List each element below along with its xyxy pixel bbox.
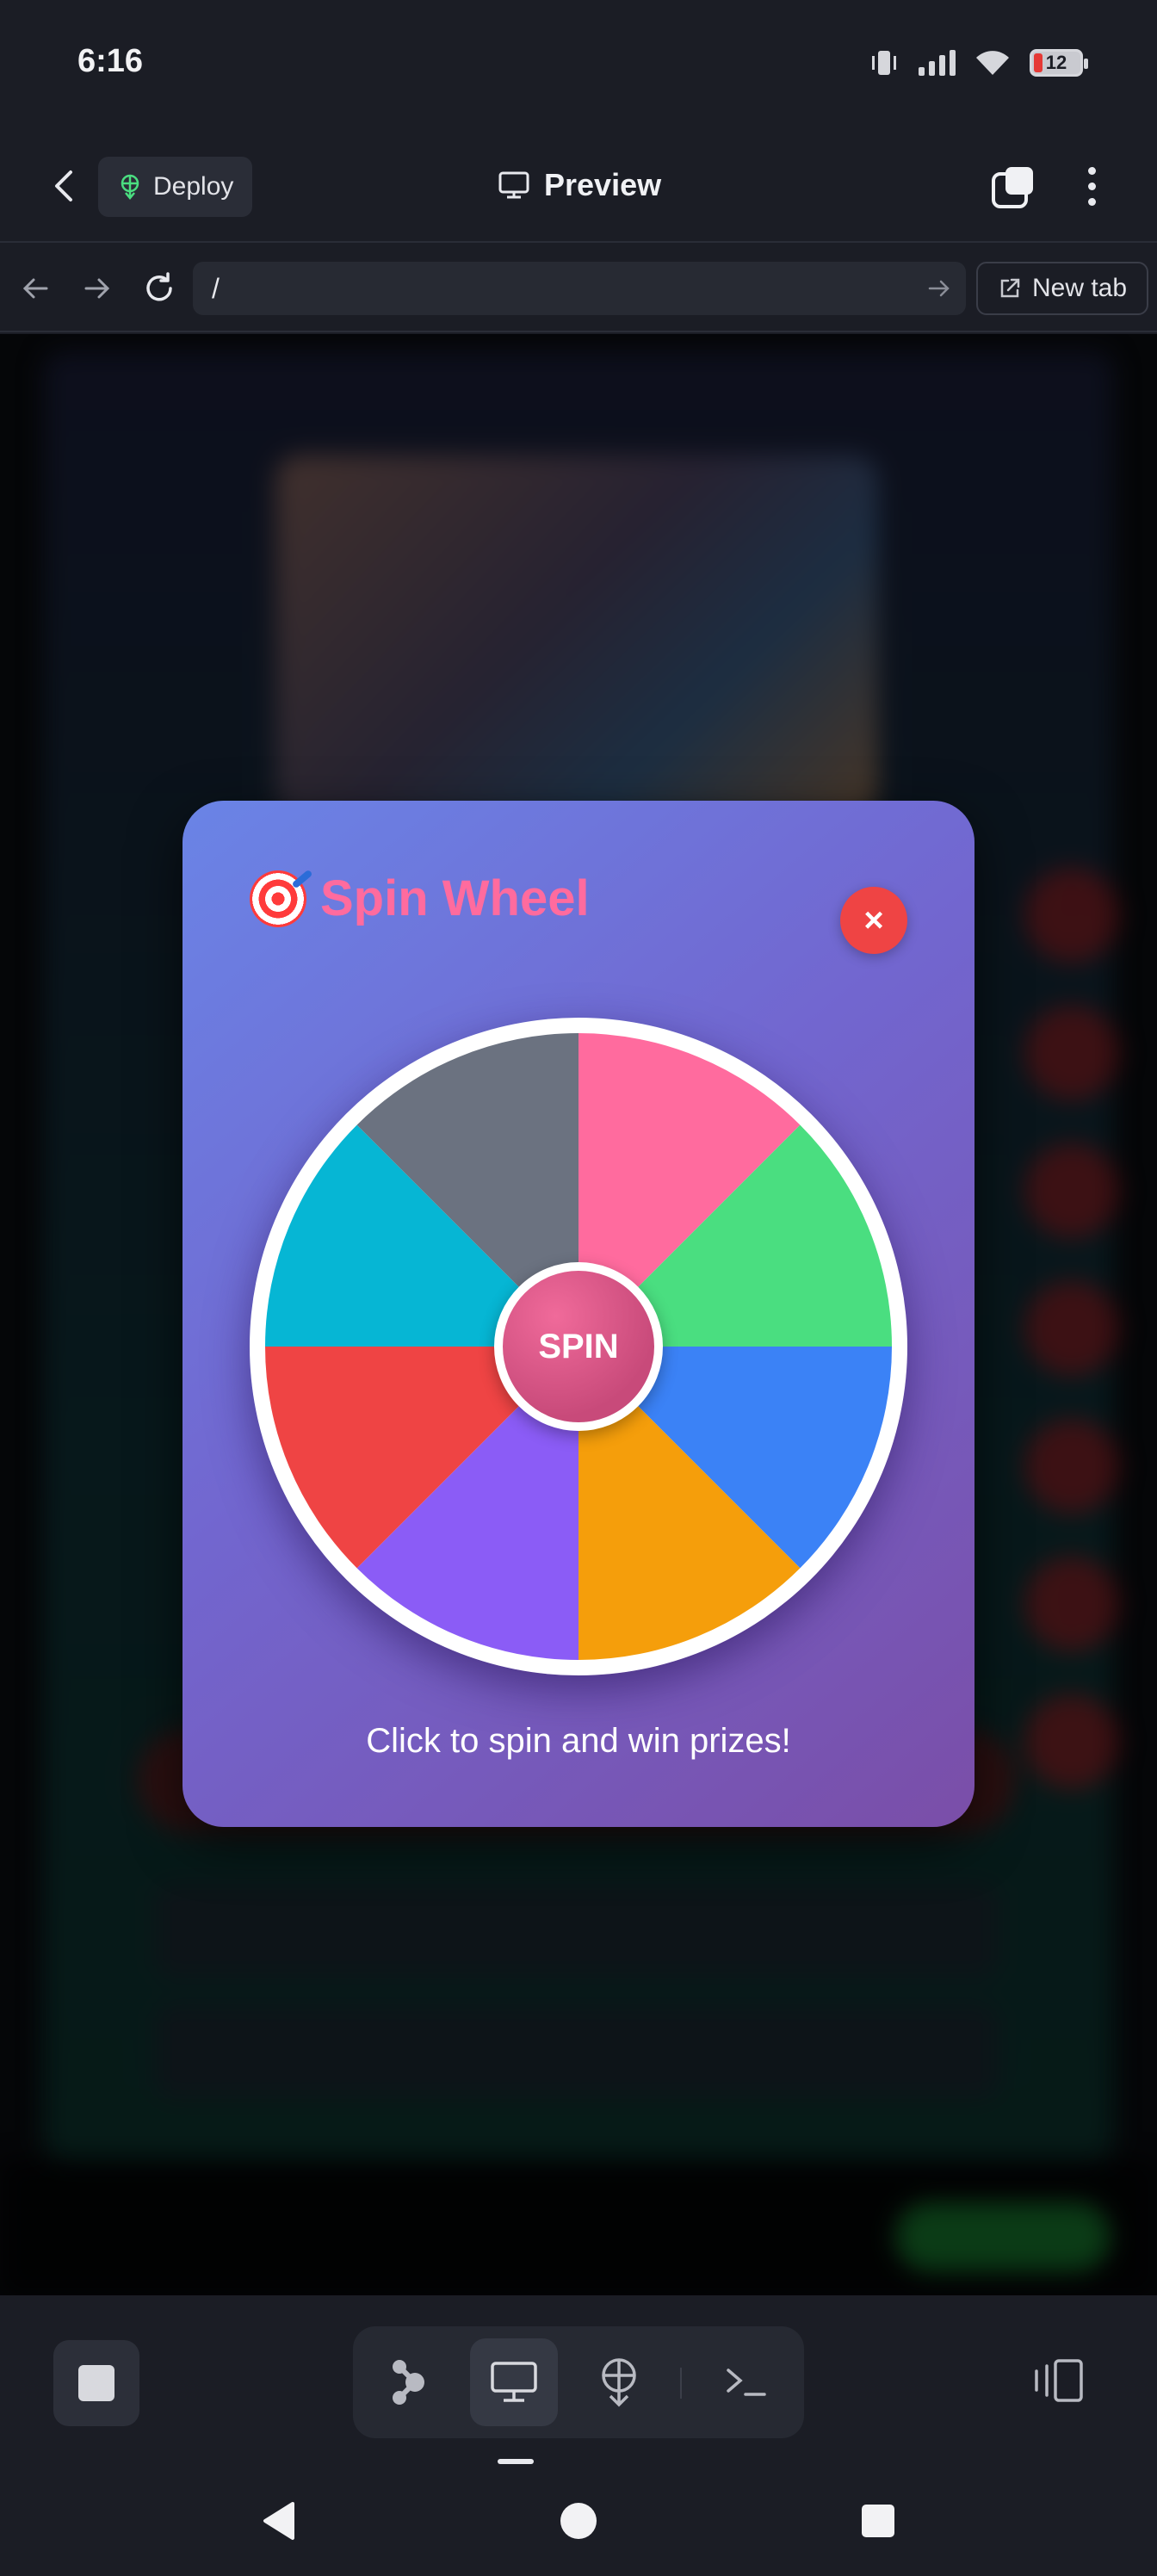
signal-icon [919, 50, 956, 76]
modal-title: Spin Wheel [250, 870, 590, 927]
agent-icon [393, 2360, 424, 2405]
chevron-left-icon [55, 170, 72, 201]
arrow-right-icon [84, 278, 110, 299]
terminal-icon [727, 2369, 766, 2396]
status-time: 6:16 [77, 43, 144, 79]
split-view-icon [1035, 2359, 1083, 2402]
modal-title-text: Spin Wheel [320, 870, 590, 926]
monitor-icon [491, 2362, 537, 2402]
arrow-left-icon [22, 278, 48, 299]
stop-button[interactable] [53, 2340, 139, 2426]
nav-forward-button[interactable] [76, 267, 119, 310]
bottom-toolbar [0, 2295, 1157, 2468]
wifi-icon [976, 51, 1009, 75]
tabs-button[interactable] [990, 164, 1038, 212]
browser-bar: / New tab [0, 245, 1157, 332]
target-icon [250, 870, 306, 927]
vibrate-icon [872, 51, 896, 75]
back-button[interactable] [43, 165, 84, 207]
toolbar-divider [680, 2368, 682, 2399]
kebab-menu-icon [1087, 166, 1096, 175]
battery-level: 12 [1045, 52, 1067, 73]
modal-caption: Click to spin and win prizes! [366, 1722, 791, 1760]
agent-tool-button[interactable] [365, 2338, 453, 2426]
tabs-icon [992, 167, 1033, 208]
backdrop-hero-image [275, 455, 878, 816]
system-recents-button[interactable] [844, 2486, 913, 2555]
stop-icon [78, 2365, 114, 2401]
monitor-icon [498, 171, 529, 199]
spin-button[interactable]: SPIN [494, 1262, 663, 1431]
triangle-back-icon [263, 2502, 294, 2540]
handle-indicator [498, 2459, 534, 2464]
nav-back-button[interactable] [14, 267, 57, 310]
go-arrow-icon[interactable] [925, 274, 954, 303]
app-header: Deploy Preview [0, 129, 1157, 243]
more-menu-button[interactable] [1067, 160, 1116, 212]
system-home-button[interactable] [544, 2486, 613, 2555]
layout-toggle-button[interactable] [1030, 2356, 1090, 2407]
deploy-label: Deploy [153, 172, 234, 201]
system-back-button[interactable] [244, 2486, 313, 2555]
battery-icon: 12 [1030, 49, 1088, 77]
square-recents-icon [862, 2505, 894, 2537]
close-button[interactable]: × [840, 887, 907, 954]
status-bar: 6:16 12 [0, 0, 1157, 129]
page-title-text: Preview [544, 167, 662, 202]
new-tab-label: New tab [1031, 274, 1128, 302]
deploy-icon [121, 174, 139, 200]
tool-switcher [353, 2326, 804, 2438]
system-navigation [0, 2468, 1157, 2576]
terminal-tool-button[interactable] [702, 2338, 790, 2426]
deploy-icon [602, 2358, 636, 2407]
status-icons: 12 [869, 48, 1088, 77]
spin-wheel-modal: Spin Wheel × SPIN Click to spin and win … [183, 801, 974, 1827]
deploy-button[interactable]: Deploy [98, 157, 253, 217]
preview-tool-button[interactable] [470, 2338, 558, 2426]
deploy-tool-button[interactable] [575, 2338, 663, 2426]
page-title: Preview [498, 167, 661, 203]
circle-home-icon [560, 2503, 597, 2539]
url-text: / [212, 272, 220, 304]
reload-icon [146, 272, 172, 301]
new-tab-button[interactable]: New tab [976, 262, 1148, 315]
external-link-icon [1000, 278, 1020, 298]
reload-button[interactable] [138, 267, 181, 310]
url-input[interactable]: / [193, 262, 966, 315]
